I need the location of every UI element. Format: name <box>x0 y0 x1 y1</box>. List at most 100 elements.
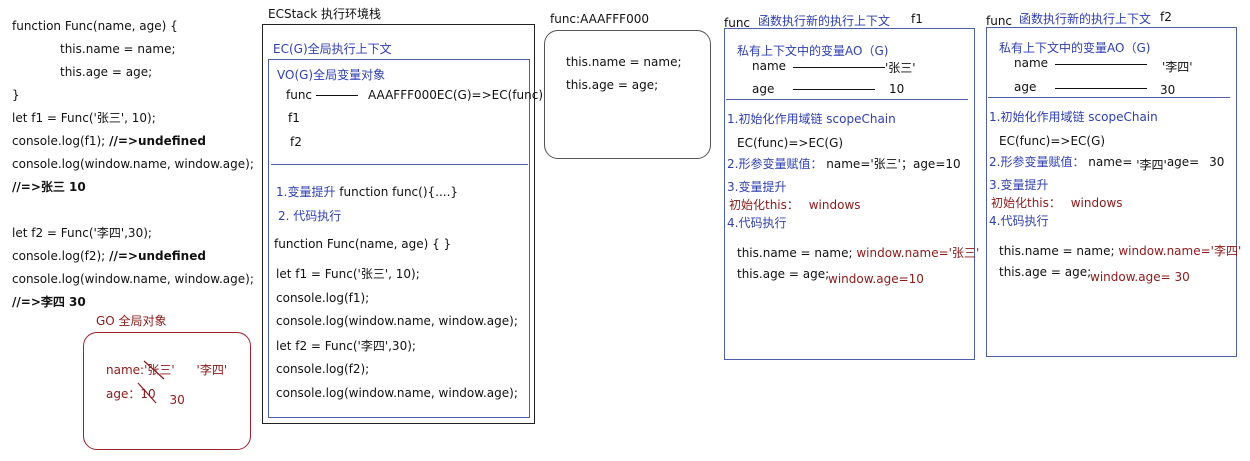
ecg-code-line: console.log(f1); <box>276 291 370 305</box>
code-line: this.age = age; <box>60 65 153 79</box>
ctx1-name-label: name <box>752 59 787 73</box>
ctx2-age-value: 30 <box>1160 83 1176 97</box>
ecg-code-line: let f2 = Func('李四',30); <box>276 339 416 353</box>
ctx2-age-label: age <box>1014 80 1037 94</box>
ctx2-assign-name: name= <box>1088 155 1133 169</box>
ctx1-ao-title: 私有上下文中的变量AO（G) <box>737 44 889 58</box>
code-comment: //=>undefined <box>109 134 206 148</box>
ctx1-tag: f1 <box>911 12 923 26</box>
ctx1-age-value: 10 <box>889 82 905 96</box>
strike-mark-icon <box>137 382 157 404</box>
ctx2-exec-note1: window.name='李四' <box>1118 244 1242 258</box>
code-line: this.name = name; <box>60 42 176 56</box>
ctx2-ao-title: 私有上下文中的变量AO（G) <box>999 41 1151 55</box>
ctx2-assign-title: 2.形参变量赋值： <box>989 155 1085 169</box>
ctx2-name-value: '李四' <box>1162 60 1193 74</box>
ctx2-title: 函数执行新的执行上下文 <box>1019 12 1152 26</box>
pointer-line <box>316 95 358 96</box>
ctx2-assign: 2.形参变量赋值： name= '李四'age= 30 <box>989 153 1225 172</box>
ecg-step2: 2. 代码执行 <box>278 209 342 223</box>
pointer-line <box>1055 64 1147 65</box>
code-line: let f1 = Func('张三', 10); <box>12 111 156 125</box>
ecg-code-line: function Func(name, age) { } <box>274 237 452 251</box>
divider <box>271 164 528 165</box>
ctx1-assign-value: name='张三'；age=10 <box>826 157 961 171</box>
ctx1-this-title: 初始化this： <box>729 198 799 212</box>
ctx2-hoist-title: 3.变量提升 <box>989 178 1049 192</box>
vog-f2-var: f2 <box>290 135 302 149</box>
code-line: function Func(name, age) { <box>12 19 178 33</box>
ctx1-exec-line2: this.age = age; <box>737 267 830 281</box>
ctx2-assign-age-value: 30 <box>1209 155 1225 169</box>
divider <box>726 99 968 100</box>
code-comment: //=>undefined <box>109 249 206 263</box>
strike-mark-icon <box>143 360 165 380</box>
go-name-row: name:'张三' '李四' <box>106 360 228 380</box>
go-title: GO 全局对象 <box>96 314 167 328</box>
ctx1-exec-title: 4.代码执行 <box>727 216 787 230</box>
go-name-old: '张三' <box>143 360 175 380</box>
go-box: name:'张三' '李四' age：10 30 <box>83 332 251 450</box>
go-name-new: '李四' <box>196 363 228 377</box>
ctx1-exec-row1: this.name = name; window.name='张三' <box>737 244 979 261</box>
go-age-row: age：10 30 <box>106 382 185 407</box>
heap-box: this.name = name; this.age = age; <box>544 30 711 159</box>
go-age-label: age： <box>106 387 141 401</box>
code-line: console.log(f1); //=>undefined <box>12 133 206 149</box>
ctx1-age-label: age <box>752 82 775 96</box>
code-comment: //=>张三 10 <box>12 180 86 194</box>
ctx1-hoist-title: 3.变量提升 <box>727 180 787 194</box>
ctx2-this-title: 初始化this： <box>991 196 1061 210</box>
ctx1-assign-title: 2.形参变量赋值： <box>727 157 823 171</box>
pointer-line <box>793 67 885 68</box>
ecg-step1-code: function func(){....} <box>339 185 459 199</box>
ctx2-exec-title: 4.代码执行 <box>989 214 1049 228</box>
code-comment: //=>李四 30 <box>12 295 86 309</box>
ctx2-this: 初始化this： windows <box>991 194 1123 211</box>
go-age-old: 10 <box>137 382 157 404</box>
ctx2-exec-line2: this.age = age; <box>999 265 1092 279</box>
ecg-step1-label: 1.变量提升 <box>276 185 336 199</box>
ctx2-assign-name-value: '李四' <box>1136 158 1167 172</box>
ctx2-func-label: func <box>986 14 1013 28</box>
code-line: } <box>12 88 20 102</box>
go-age-new: 30 <box>169 393 185 407</box>
ecg-title: EC(G)全局执行上下文 <box>273 42 392 56</box>
pointer-line <box>1055 88 1147 89</box>
ctx2-tag: f2 <box>1160 10 1172 24</box>
ctx1-name-value: '张三' <box>885 61 916 75</box>
code-text: console.log(f1); <box>12 134 106 148</box>
ecg-code-line: console.log(f2); <box>276 362 370 376</box>
vog-func-value: AAAFFF000EC(G)=>EC(func) <box>368 88 543 102</box>
ctx1-this: 初始化this： windows <box>729 196 861 213</box>
ctx1-scope-value: EC(func)=>EC(G) <box>737 136 844 150</box>
ctx2-scope-value: EC(func)=>EC(G) <box>999 134 1106 148</box>
go-name-label: name: <box>106 363 145 377</box>
vog-f1-var: f1 <box>288 111 300 125</box>
ctx1-assign: 2.形参变量赋值： name='张三'；age=10 <box>727 155 961 172</box>
vog-title: VO(G)全局变量对象 <box>277 68 386 82</box>
vog-func-var: func <box>286 88 313 102</box>
ctx2-this-value: windows <box>1070 196 1123 210</box>
ecstack-title: ECStack 执行环境栈 <box>268 7 381 21</box>
code-text: console.log(f2); <box>12 249 106 263</box>
code-line: console.log(f2); //=>undefined <box>12 248 206 264</box>
ecg-code-line: console.log(window.name, window.age); <box>276 386 518 400</box>
ctx1-title: 函数执行新的执行上下文 <box>758 14 891 28</box>
ecg-code-line: let f1 = Func('张三', 10); <box>276 267 420 281</box>
ctx1-exec-line1: this.name = name; <box>737 246 853 260</box>
ctx2-name-label: name <box>1014 56 1049 70</box>
ecg-step1: 1.变量提升 function func(){....} <box>276 183 458 200</box>
pointer-line <box>793 89 875 90</box>
heap-line: this.name = name; <box>566 55 682 69</box>
ctx2-exec-row1: this.name = name; window.name='李四' <box>999 242 1241 259</box>
code-line: console.log(window.name, window.age); <box>12 272 254 286</box>
heap-line: this.age = age; <box>566 78 659 92</box>
ctx2-exec-line1: this.name = name; <box>999 244 1115 258</box>
ctx1-exec-note1: window.name='张三' <box>856 246 980 260</box>
code-line: let f2 = Func('李四',30); <box>12 226 152 240</box>
ctx1-exec-note2: window.age=10 <box>828 272 924 286</box>
ctx2-exec-note2: window.age= 30 <box>1090 270 1190 284</box>
ctx2-scope-title: 1.初始化作用域链 scopeChain <box>989 110 1158 124</box>
code-line: console.log(window.name, window.age); <box>12 157 254 171</box>
